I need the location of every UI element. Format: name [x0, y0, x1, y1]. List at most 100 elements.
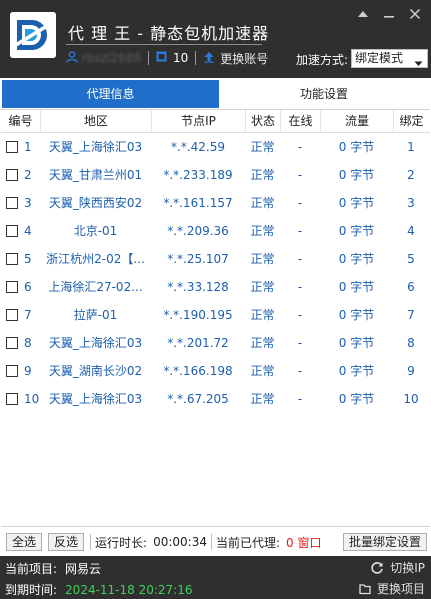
- cell-flow: 0 字节: [338, 168, 375, 182]
- row-id: 8: [24, 336, 32, 350]
- window-count-icon: [156, 51, 167, 65]
- folder-icon: [359, 583, 371, 594]
- column-header-ip: 节点IP: [151, 109, 245, 133]
- change-project-button[interactable]: 更换项目: [359, 580, 425, 597]
- table-row[interactable]: 2 天翼_甘肃兰州01 *.*.233.189 正常 - 0 字节 2: [1, 161, 430, 189]
- cell-status: 正常: [250, 336, 275, 350]
- table-row[interactable]: 1 天翼_上海徐汇03 *.*.42.59 正常 - 0 字节 1: [1, 133, 430, 161]
- cell-ip: *.*.166.198: [163, 364, 233, 378]
- cell-flow: 0 字节: [338, 364, 375, 378]
- tab-settings[interactable]: 功能设置: [219, 80, 429, 108]
- table-row[interactable]: 5 浙江杭州2-02【... *.*.25.107 正常 - 0 字节 5: [1, 245, 430, 273]
- table-row[interactable]: 10 天翼_上海徐汇03 *.*.67.205 正常 - 0 字节 10: [1, 385, 430, 413]
- row-checkbox[interactable]: [6, 197, 18, 209]
- table-body: 1 天翼_上海徐汇03 *.*.42.59 正常 - 0 字节 1 2 天翼_甘肃兰州01 *.*…: [1, 133, 430, 413]
- cell-flow: 0 字节: [338, 392, 375, 406]
- cell-status: 正常: [250, 392, 275, 406]
- row-id: 4: [24, 224, 32, 238]
- mode-select[interactable]: 绑定模式: [351, 49, 428, 68]
- cell-ip: *.*.209.36: [167, 224, 229, 238]
- app-title: 代 理 王 - 静态包机加速器: [68, 24, 270, 43]
- cell-id: 1: [1, 133, 40, 161]
- table-row[interactable]: 3 天翼_陕西西安02 *.*.161.157 正常 - 0 字节 3: [1, 189, 430, 217]
- row-id: 1: [24, 140, 32, 154]
- cell-region: 天翼_湖南长沙02: [48, 364, 143, 378]
- account-row: rbszl2688 10 更换账号: [66, 50, 268, 66]
- row-checkbox[interactable]: [6, 337, 18, 349]
- invert-selection-button[interactable]: 反选: [48, 533, 85, 551]
- row-checkbox[interactable]: [6, 309, 18, 321]
- row-checkbox[interactable]: [6, 393, 18, 405]
- window-count: 10: [172, 51, 189, 65]
- cell-id: 4: [1, 217, 40, 245]
- cell-bind: 9: [407, 364, 415, 378]
- row-checkbox[interactable]: [6, 253, 18, 265]
- cell-flow: 0 字节: [338, 336, 375, 350]
- cell-region: 北京-01: [73, 224, 118, 238]
- table-row[interactable]: 6 上海徐汇27-02... *.*.33.128 正常 - 0 字节 6: [1, 273, 430, 301]
- title-divider: [66, 44, 262, 45]
- row-checkbox[interactable]: [6, 141, 18, 153]
- cell-online: -: [297, 392, 303, 406]
- cell-region: 上海徐汇27-02...: [48, 280, 143, 294]
- cell-region: 天翼_陕西西安02: [48, 196, 143, 210]
- expire-value: 2024-11-18 20:27:16: [65, 583, 193, 597]
- divider: [210, 534, 212, 550]
- status-panel: 当前项目: 网易云 到期时间: 2024-11-18 20:27:16 切换IP 更…: [0, 556, 431, 599]
- tab-bar: 代理信息 功能设置: [0, 79, 431, 109]
- row-id: 9: [24, 364, 32, 378]
- row-checkbox[interactable]: [6, 365, 18, 377]
- row-checkbox[interactable]: [6, 281, 18, 293]
- select-all-button[interactable]: 全选: [6, 533, 43, 551]
- change-project-label: 更换项目: [376, 582, 425, 596]
- row-checkbox[interactable]: [6, 169, 18, 181]
- column-header-region: 地区: [40, 109, 151, 133]
- tab-proxy-info[interactable]: 代理信息: [2, 80, 219, 108]
- runtime-label: 运行时长:: [95, 535, 148, 550]
- title-bar: 代 理 王 - 静态包机加速器 rbszl2688 10 更换账号 加速方式: …: [0, 0, 431, 78]
- cell-ip: *.*.67.205: [167, 392, 229, 406]
- close-icon[interactable]: [409, 8, 421, 20]
- runtime-value: 00:00:34: [153, 535, 207, 549]
- cell-bind: 3: [407, 196, 415, 210]
- cell-bind: 6: [407, 280, 415, 294]
- cell-online: -: [297, 252, 303, 266]
- cell-region: 浙江杭州2-02【...: [46, 252, 145, 266]
- minimize-icon[interactable]: [383, 8, 395, 20]
- row-id: 5: [24, 252, 32, 266]
- cell-id: 3: [1, 189, 40, 217]
- row-checkbox[interactable]: [6, 225, 18, 237]
- collapse-icon[interactable]: [357, 8, 369, 20]
- table-row[interactable]: 8 天翼_上海徐汇03 *.*.201.72 正常 - 0 字节 8: [1, 329, 430, 357]
- cell-id: 2: [1, 161, 40, 189]
- batch-bind-button[interactable]: 批量绑定设置: [342, 533, 427, 551]
- table-row[interactable]: 7 拉萨-01 *.*.190.195 正常 - 0 字节 7: [1, 301, 430, 329]
- cell-online: -: [297, 168, 303, 182]
- cell-status: 正常: [250, 224, 275, 238]
- cell-status: 正常: [250, 308, 275, 322]
- column-header-online: 在线: [280, 109, 320, 133]
- cell-id: 8: [1, 329, 40, 357]
- cell-online: -: [297, 140, 303, 154]
- column-header-id: 编号: [8, 113, 33, 128]
- user-name: rbszl2688: [82, 51, 141, 65]
- switch-ip-button[interactable]: 切换IP: [370, 559, 425, 576]
- cell-flow: 0 字节: [338, 196, 375, 210]
- cell-id: 7: [1, 301, 40, 329]
- cell-flow: 0 字节: [338, 308, 375, 322]
- cell-online: -: [297, 308, 303, 322]
- cell-status: 正常: [250, 168, 275, 182]
- table-row[interactable]: 4 北京-01 *.*.209.36 正常 - 0 字节 4: [1, 217, 430, 245]
- row-id: 2: [24, 168, 32, 182]
- cell-bind: 4: [407, 224, 415, 238]
- cell-bind: 7: [407, 308, 415, 322]
- proxied-value: 0 窗口: [286, 535, 322, 550]
- table-row[interactable]: 9 天翼_湖南长沙02 *.*.166.198 正常 - 0 字节 9: [1, 357, 430, 385]
- cell-region: 天翼_上海徐汇03: [48, 140, 143, 154]
- cell-online: -: [297, 336, 303, 350]
- action-bar: 全选 反选 运行时长: 00:00:34 当前已代理: 0 窗口 批量绑定设置: [0, 530, 431, 554]
- cell-status: 正常: [250, 196, 275, 210]
- cell-status: 正常: [250, 280, 275, 294]
- switch-account-link[interactable]: 更换账号: [220, 50, 268, 67]
- project-label: 当前项目:: [5, 562, 58, 576]
